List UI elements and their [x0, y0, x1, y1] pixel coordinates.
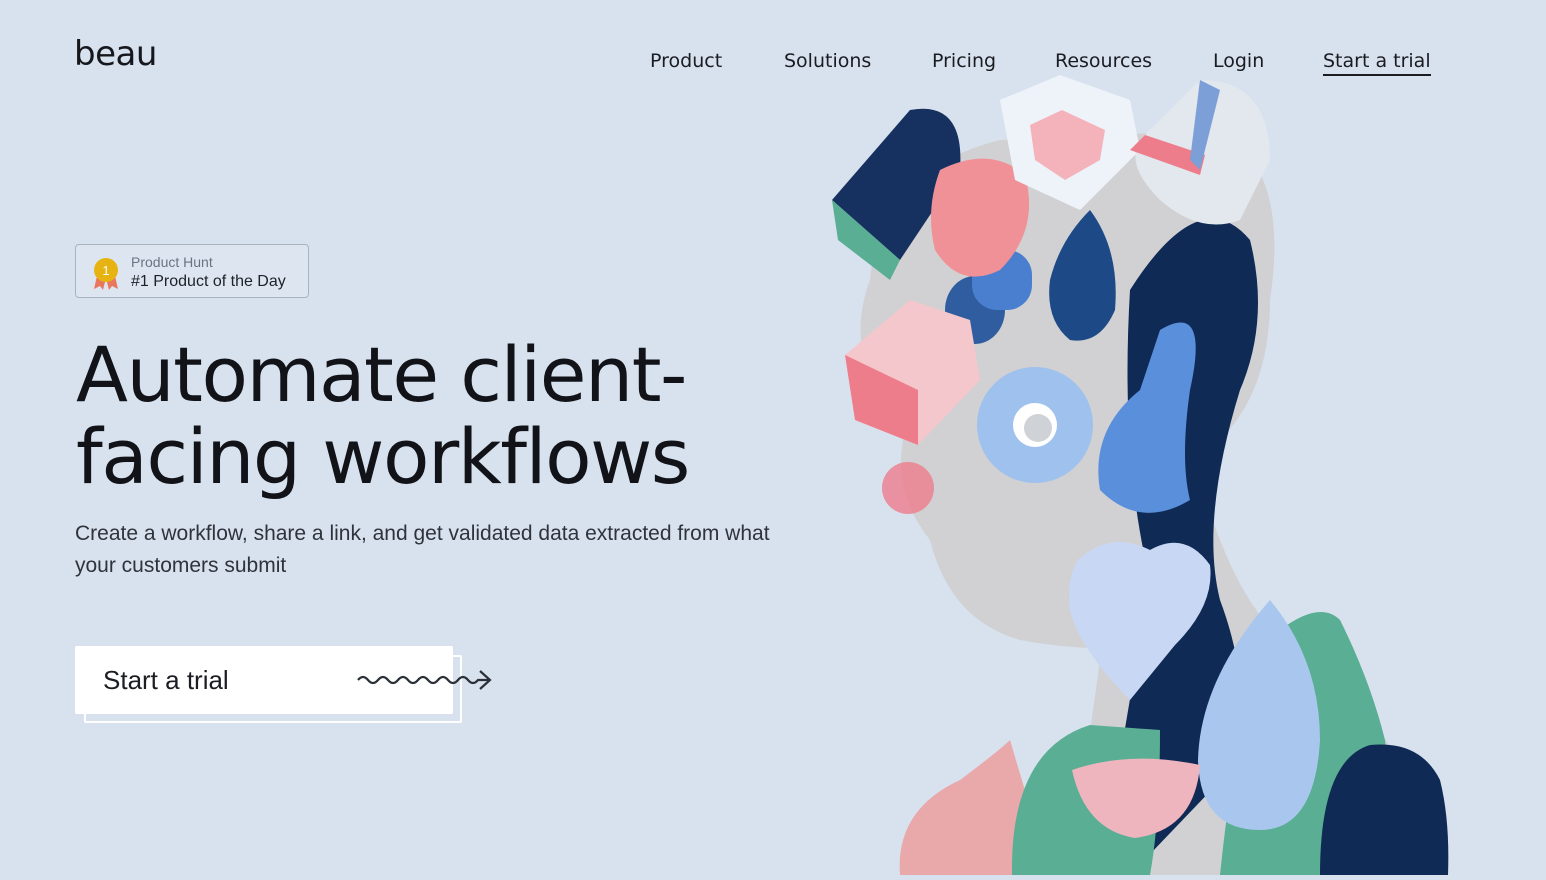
medal-rank: 1: [102, 263, 109, 278]
nav-product[interactable]: Product: [650, 50, 722, 72]
badge-source: Product Hunt: [131, 254, 213, 270]
badge-title: #1 Product of the Day: [131, 273, 286, 290]
squiggle-arrow-icon: [356, 664, 496, 699]
medal-icon: 1: [90, 256, 122, 297]
hero-illustration: [800, 60, 1500, 880]
product-hunt-badge[interactable]: 1 Product Hunt #1 Product of the Day: [75, 244, 309, 298]
logo[interactable]: beau: [74, 34, 157, 74]
hero-subtitle: Create a workflow, share a link, and get…: [75, 522, 770, 577]
hero-headline: Automate client-facing workflows: [76, 330, 690, 501]
